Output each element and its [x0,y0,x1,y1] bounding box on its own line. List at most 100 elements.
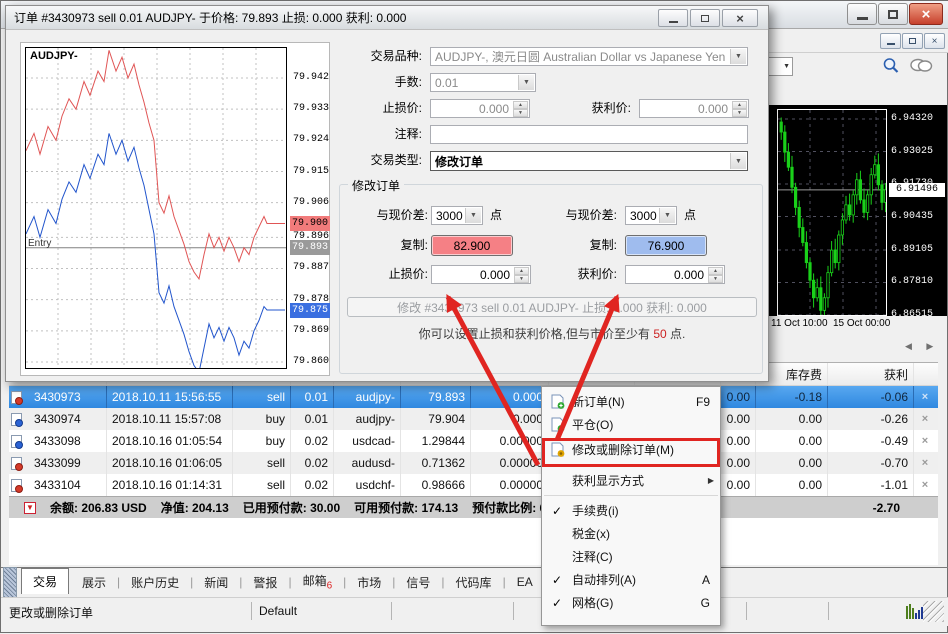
spin-up-icon: ▲ [514,267,529,275]
table-row[interactable]: 3430973 2018.10.11 15:56:55 sell 0.01 au… [9,386,938,408]
volume-combobox[interactable]: 0.01 ▼ [430,73,536,92]
table-row[interactable]: 3430974 2018.10.11 15:57:08 buy 0.01 aud… [9,408,938,430]
close-order-icon[interactable]: × [914,430,936,452]
price-tick: 6.93025 [891,146,945,158]
copy-buy-price-button[interactable]: 76.900 [625,235,707,256]
free-margin-value: 可用预付款: 174.13 [354,499,458,516]
trade-type-value: 修改订单 [435,153,483,170]
tab-code-base[interactable]: 代码库 [445,574,503,591]
modify-sl-value: 0.000 [480,268,510,282]
trade-type-combobox[interactable]: 修改订单 ▼ [430,151,748,171]
spin-down-icon: ▼ [732,109,747,117]
tp-diff-value: 3000 [630,209,657,223]
tab-mailbox[interactable]: 邮箱6 [292,572,344,591]
main-minimize-button[interactable] [847,3,877,25]
tab-exposure[interactable]: 展示 [71,574,117,591]
tab-signals[interactable]: 信号 [395,574,441,591]
chart-restore-button[interactable] [902,33,923,49]
table-row[interactable]: 3433099 2018.10.16 01:06:05 sell 0.02 au… [9,452,938,474]
entry-badge: 79.893 [290,240,330,255]
close-order-icon[interactable]: × [914,386,936,408]
dialog-close-button[interactable]: × [722,9,758,27]
comment-input[interactable] [430,125,748,144]
spinner-buttons[interactable]: ▲▼ [513,101,528,116]
menu-item-commissions[interactable]: ✓ 手续费(i) [542,499,720,522]
modify-tp-field[interactable]: 0.000 ▲▼ [625,265,725,284]
status-profile[interactable]: Default [259,604,297,618]
status-bar: 更改或删除订单 Default [1,597,948,626]
header-profit[interactable]: 获利 [828,363,914,385]
modify-order-button[interactable]: 修改 #3430973 sell 0.01 AUDJPY- 止损: 0.000 … [347,297,757,317]
zoom-tool-button[interactable] [879,55,903,76]
checkmark-icon: ✓ [552,504,562,518]
close-order-icon[interactable]: × [914,408,936,430]
take-profit-value: 0.000 [698,102,728,116]
chart-close-button[interactable]: × [924,33,945,49]
menu-item-taxes[interactable]: 税金(x) [542,522,720,545]
tab-market[interactable]: 市场 [346,574,392,591]
submenu-arrow-icon: ▶ [708,476,714,485]
sl-diff-combobox[interactable]: 3000 ▼ [431,206,483,225]
menu-item-grid[interactable]: ✓ 网格(G) G [542,591,720,614]
background-candle-chart: 6.943206.930256.917306.904356.891056.878… [757,105,947,316]
minimize-icon [887,43,895,45]
entry-line-label: Entry [28,238,51,249]
tab-trade[interactable]: 交易 [21,568,69,594]
table-row[interactable]: 3433104 2018.10.16 01:14:31 sell 0.02 us… [9,474,938,496]
order-sl: 0.00000 [471,452,549,474]
dialog-titlebar[interactable]: 订单 #3430973 sell 0.01 AUDJPY- 于价格: 79.89… [6,6,768,30]
main-maximize-button[interactable] [878,3,908,25]
panel-gripper[interactable] [3,567,17,601]
tab-news[interactable]: 新闻 [193,574,239,591]
price-tick: 79.924 [293,134,329,146]
time-tick: 15 Oct 00:00 [833,318,890,329]
copy-sell-price: 82.900 [454,239,491,253]
tp-diff-combobox[interactable]: 3000 ▼ [625,206,677,225]
trade-type-label: 交易类型: [342,151,422,170]
tab-account-history[interactable]: 账户历史 [120,574,190,591]
menu-item-auto-arrange[interactable]: ✓ 自动排列(A) A [542,568,720,591]
order-profit: -0.49 [828,430,914,452]
total-profit-value: -2.70 [873,501,900,515]
chevron-down-icon: ▼ [730,49,746,64]
points-label: 点 [684,206,708,225]
symbol-combobox[interactable]: AUDJPY-, 澳元日圆 Australian Dollar vs Japan… [430,47,748,66]
menu-item-comments[interactable]: 注释(C) [542,545,720,568]
chart-minimize-button[interactable] [880,33,901,49]
spinner-buttons[interactable]: ▲▼ [708,267,723,282]
restore-icon [909,38,916,44]
main-close-button[interactable]: × [909,3,943,25]
table-row[interactable]: 3433098 2018.10.16 01:05:54 buy 0.02 usd… [9,430,938,452]
order-profit: -0.26 [828,408,914,430]
points-label: 点 [490,206,514,225]
stop-loss-label: 止损价: [342,99,422,118]
close-order-icon[interactable]: × [914,452,936,474]
spinner-buttons[interactable]: ▲▼ [732,101,747,116]
tab-alerts[interactable]: 警报 [242,574,288,591]
chat-tool-button[interactable] [909,55,933,76]
take-profit-field[interactable]: 0.000 ▲▼ [639,99,749,118]
stop-loss-field[interactable]: 0.000 ▲▼ [430,99,530,118]
chart-scroll-arrows[interactable]: ◀ ▶ [905,341,939,352]
order-type: sell [233,474,291,496]
order-time: 2018.10.11 15:56:55 [107,386,233,408]
menu-item-profit-display[interactable]: 获利显示方式 ▶ [542,469,720,492]
spinner-buttons[interactable]: ▲▼ [514,267,529,282]
menu-item-new-order[interactable]: 新订单(N) F9 [542,390,720,413]
modify-button-label: 修改 #3430973 sell 0.01 AUDJPY- 止损: 0.000 … [397,299,707,316]
order-time: 2018.10.16 01:14:31 [107,474,233,496]
spin-down-icon: ▼ [513,109,528,117]
order-lots: 0.02 [291,474,334,496]
close-order-icon[interactable]: × [914,474,936,496]
resize-grip[interactable] [923,601,944,622]
modify-sl-field[interactable]: 0.000 ▲▼ [431,265,531,284]
dialog-restore-button[interactable] [690,9,720,27]
price-tick: 79.942 [293,72,329,84]
dialog-minimize-button[interactable] [658,9,688,27]
menu-item-close-position[interactable]: 平仓(O) [542,413,720,436]
copy-sell-price-button[interactable]: 82.900 [431,235,513,256]
order-sl: 0.000 [471,408,549,430]
tab-ea[interactable]: EA [506,575,544,589]
balance-row: ▼ 余额: 206.83 USD 净值: 204.13 已用预付款: 30.00… [9,496,938,518]
dialog-tick-chart: AUDJPY- Entry 79.94279.93379.92479.91579… [20,42,330,376]
